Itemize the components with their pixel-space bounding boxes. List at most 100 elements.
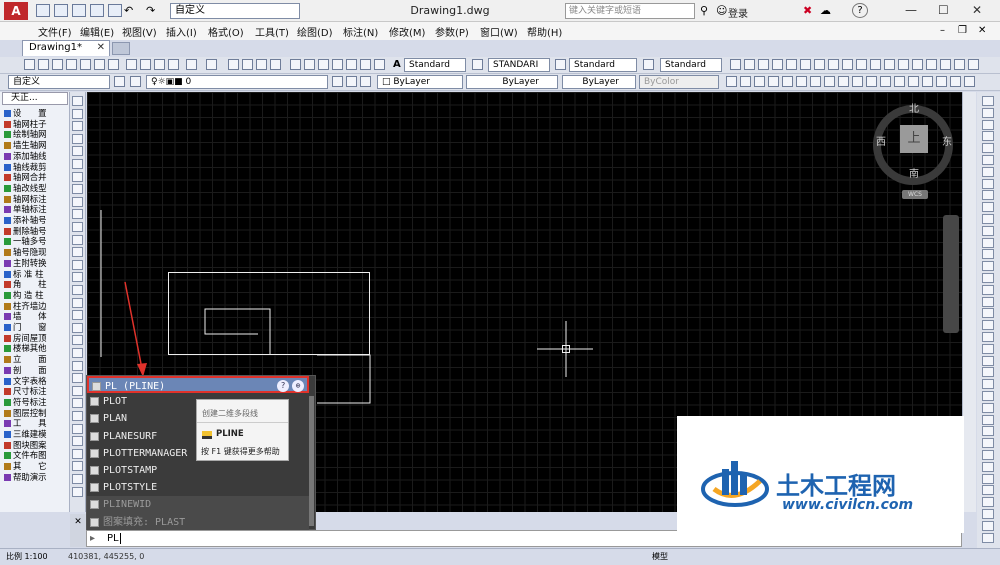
menu-file[interactable]: 文件(F) bbox=[38, 24, 72, 39]
layer-combo[interactable]: ♀☼▣■ 0 bbox=[146, 75, 328, 89]
dim-continue-icon[interactable] bbox=[870, 59, 881, 70]
draw-tool-icon[interactable] bbox=[72, 310, 83, 321]
draw-tool-icon[interactable] bbox=[72, 222, 83, 232]
modify-tool-13-icon[interactable] bbox=[894, 76, 905, 87]
user-icon[interactable]: ☺ bbox=[716, 4, 727, 17]
tianzheng-item[interactable]: 符号标注 bbox=[4, 397, 68, 407]
draw-tool-icon[interactable] bbox=[72, 196, 83, 207]
modify-tool-icon[interactable] bbox=[982, 402, 994, 413]
copy-icon[interactable] bbox=[140, 59, 151, 70]
tianzheng-item[interactable]: 轴线裁剪 bbox=[4, 162, 68, 172]
draw-tool-icon[interactable] bbox=[72, 259, 83, 270]
modify-tool-icon[interactable] bbox=[982, 426, 994, 437]
close-button[interactable]: ✕ bbox=[972, 3, 982, 17]
lineweight-combo[interactable]: ByLayer bbox=[562, 75, 636, 89]
tianzheng-item[interactable]: 绘制轴网 bbox=[4, 129, 68, 139]
modify-tool-icon[interactable] bbox=[982, 96, 994, 106]
draw-tool-icon[interactable] bbox=[72, 96, 83, 106]
workspace-combo[interactable]: 自定义 bbox=[170, 3, 300, 19]
tianzheng-item[interactable]: 楼梯其他 bbox=[4, 343, 68, 353]
modify-tool-10-icon[interactable] bbox=[852, 76, 863, 87]
menu-parametric[interactable]: 参数(P) bbox=[435, 24, 469, 39]
tianzheng-item[interactable]: 文字表格 bbox=[4, 376, 68, 386]
redo-icon[interactable]: ↷ bbox=[146, 4, 155, 17]
menu-view[interactable]: 视图(V) bbox=[122, 24, 157, 39]
zoom-previous-icon[interactable] bbox=[270, 59, 281, 70]
modify-tool-icon[interactable] bbox=[982, 485, 994, 496]
paste-icon[interactable] bbox=[154, 59, 165, 70]
tianzheng-item[interactable]: 轴改线型 bbox=[4, 183, 68, 193]
modify-tool-18-icon[interactable] bbox=[964, 76, 975, 87]
color-combo[interactable]: □ ByLayer bbox=[377, 75, 463, 89]
modify-tool-icon[interactable] bbox=[982, 461, 994, 472]
tianzheng-item[interactable]: 房间屋顶 bbox=[4, 333, 68, 343]
undo-icon[interactable]: ↶ bbox=[124, 4, 133, 17]
compass-south[interactable]: 南 bbox=[909, 165, 919, 180]
modify-tool-icon[interactable] bbox=[982, 497, 994, 508]
modify-tool-icon[interactable] bbox=[982, 225, 994, 236]
menu-restore-icon[interactable]: ❐ bbox=[958, 25, 967, 36]
tianzheng-item[interactable]: 文件布图 bbox=[4, 450, 68, 460]
wcs-menu[interactable]: WCS bbox=[902, 190, 928, 199]
draw-tool-icon[interactable] bbox=[72, 184, 83, 195]
tab-drawing1[interactable]: Drawing1* ✕ bbox=[22, 40, 110, 56]
tianzheng-item[interactable]: 轴网标注 bbox=[4, 194, 68, 204]
draw-tool-icon[interactable] bbox=[72, 398, 83, 409]
center-mark-icon[interactable] bbox=[926, 59, 937, 70]
sheetset-icon[interactable] bbox=[332, 59, 343, 70]
compass-north[interactable]: 北 bbox=[909, 100, 919, 115]
modify-tool-17-icon[interactable] bbox=[950, 76, 961, 87]
menu-window[interactable]: 窗口(W) bbox=[480, 24, 518, 39]
modify-tool-icon[interactable] bbox=[982, 202, 994, 213]
dim-linear-icon[interactable] bbox=[730, 59, 741, 70]
tianzheng-item[interactable]: 主附转换 bbox=[4, 258, 68, 268]
quick-dim-icon[interactable] bbox=[842, 59, 853, 70]
dim-break-icon[interactable] bbox=[898, 59, 909, 70]
modify-tool-icon[interactable] bbox=[982, 509, 994, 519]
modify-tool-6-icon[interactable] bbox=[796, 76, 807, 87]
preview-icon[interactable] bbox=[80, 59, 91, 70]
tianzheng-item[interactable]: 工 具 bbox=[4, 418, 68, 428]
make-current-icon[interactable] bbox=[332, 76, 343, 87]
workspace-toolbar-combo[interactable]: 自定义 bbox=[8, 75, 110, 89]
matchprop-icon[interactable] bbox=[168, 59, 179, 70]
layer-previous-icon[interactable] bbox=[346, 76, 357, 87]
tianzheng-item[interactable]: 立 面 bbox=[4, 354, 68, 364]
tianzheng-header[interactable]: 天正... bbox=[2, 92, 68, 105]
outer-rectangle[interactable] bbox=[168, 272, 370, 355]
properties-icon[interactable] bbox=[290, 59, 301, 70]
tianzheng-item[interactable]: 墙生轴网 bbox=[4, 140, 68, 150]
tianzheng-item[interactable]: 角 柱 bbox=[4, 279, 68, 289]
redo-tool-icon[interactable] bbox=[206, 59, 217, 70]
modify-tool-icon[interactable] bbox=[982, 532, 994, 543]
modify-tool-icon[interactable] bbox=[982, 391, 994, 401]
save-icon[interactable] bbox=[72, 4, 86, 17]
modify-tool-icon[interactable] bbox=[982, 473, 994, 484]
tianzheng-item[interactable]: 单轴标注 bbox=[4, 204, 68, 214]
help-icon[interactable]: ? bbox=[277, 380, 289, 392]
modify-tool-5-icon[interactable] bbox=[782, 76, 793, 87]
dim-aligned-icon[interactable] bbox=[744, 59, 755, 70]
dim-jogged-icon[interactable] bbox=[800, 59, 811, 70]
draw-tool-icon[interactable] bbox=[72, 234, 83, 245]
command-input[interactable]: PL bbox=[107, 533, 119, 544]
draw-tool-icon[interactable] bbox=[72, 348, 83, 358]
modify-tool-icon[interactable] bbox=[982, 450, 994, 460]
dim-arc-icon[interactable] bbox=[758, 59, 769, 70]
modify-tool-9-icon[interactable] bbox=[838, 76, 849, 87]
modify-tool-7-icon[interactable] bbox=[810, 76, 821, 87]
modify-tool-icon[interactable] bbox=[982, 107, 994, 118]
dim-diameter-icon[interactable] bbox=[814, 59, 825, 70]
menu-edit[interactable]: 编辑(E) bbox=[80, 24, 114, 39]
menu-minimize-icon[interactable]: – bbox=[940, 25, 945, 36]
table-style-combo[interactable]: Standard bbox=[569, 58, 637, 72]
menu-format[interactable]: 格式(O) bbox=[208, 24, 244, 39]
tianzheng-item[interactable]: 帮助演示 bbox=[4, 472, 68, 482]
tianzheng-item[interactable]: 一轴多号 bbox=[4, 236, 68, 246]
tianzheng-item[interactable]: 轴网合并 bbox=[4, 172, 68, 182]
zoom-window-icon[interactable] bbox=[256, 59, 267, 70]
dim-baseline-icon[interactable] bbox=[856, 59, 867, 70]
draw-tool-icon[interactable] bbox=[72, 108, 83, 119]
tianzheng-item[interactable]: 墙 体 bbox=[4, 311, 68, 321]
navigation-bar[interactable] bbox=[943, 215, 959, 333]
